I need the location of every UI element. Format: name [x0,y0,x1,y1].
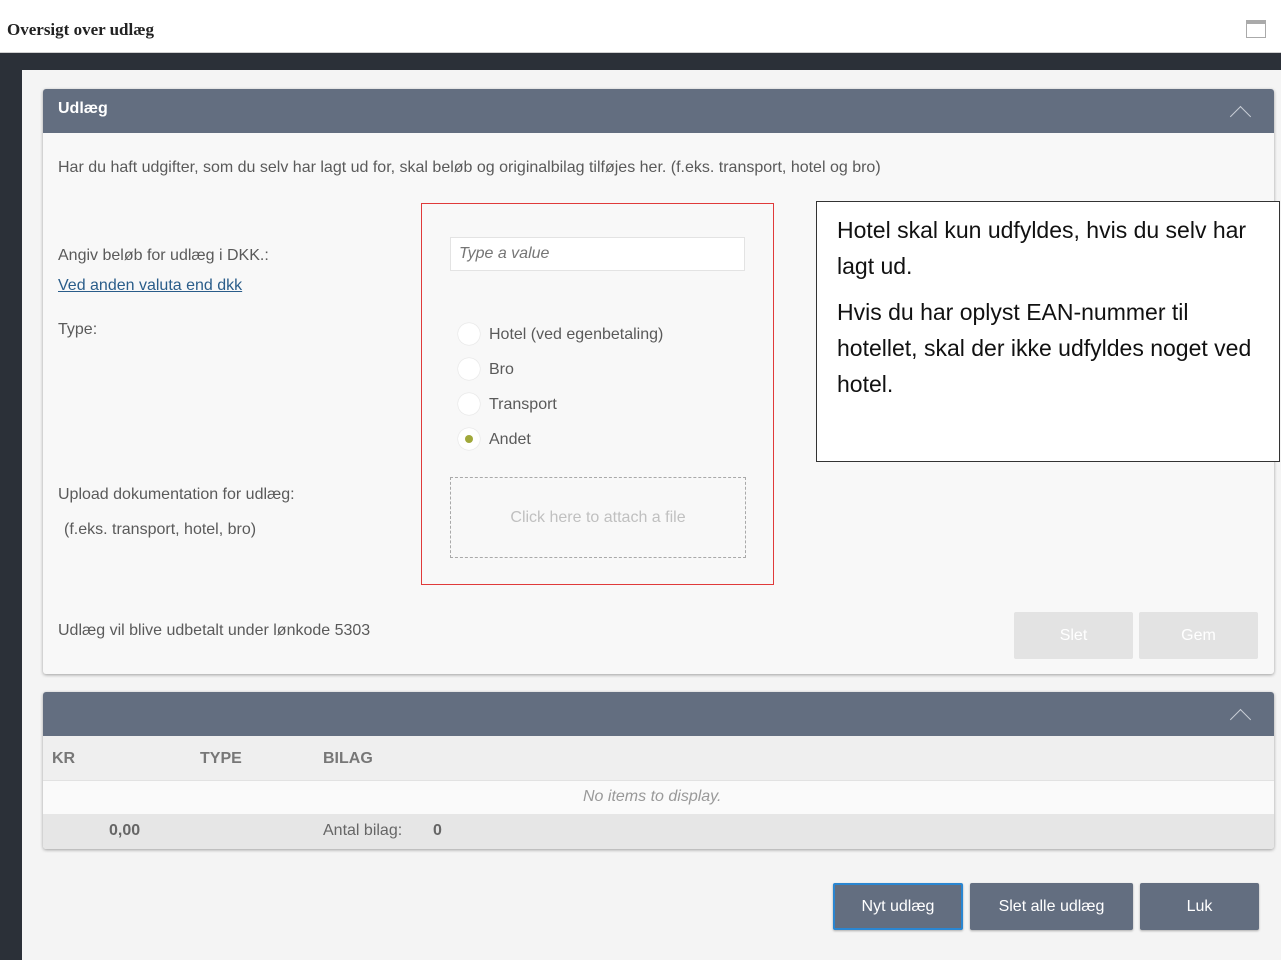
intro-text: Har du haft udgifter, som du selv har la… [58,159,881,176]
count-value: 0 [433,822,442,839]
radio-transport-label[interactable]: Transport [489,396,557,414]
upload-hint: (f.eks. transport, hotel, bro) [64,521,257,538]
chevron-up-icon[interactable] [1229,105,1252,128]
empty-row: No items to display. [43,780,1274,814]
radio-transport[interactable] [458,393,480,415]
file-upload-area[interactable]: Click here to attach a file [450,477,746,558]
other-currency-link[interactable]: Ved anden valuta end dkk [58,277,242,295]
radio-selected-dot [465,435,473,443]
annotation-line-1: Hotel skal kun udfyldes, hvis du selv ha… [837,217,1247,279]
empty-message: No items to display. [583,788,722,805]
save-button[interactable]: Gem [1139,612,1258,659]
close-button[interactable]: Luk [1140,883,1259,930]
amount-input[interactable] [450,237,745,271]
footer-note: Udlæg vil blive udbetalt under lønkode 5… [58,622,371,639]
radio-andet-label[interactable]: Andet [489,431,531,449]
amount-label: Angiv beløb for udlæg i DKK.: [58,247,269,264]
column-bilag[interactable]: BILAG [323,750,373,768]
radio-andet[interactable] [458,428,480,450]
summary-row: 0,00 Antal bilag: 0 [43,814,1274,849]
udlaeg-panel-header[interactable]: Udlæg [43,89,1274,133]
chevron-up-icon[interactable] [1229,708,1252,731]
delete-button[interactable]: Slet [1014,612,1133,659]
type-label: Type: [58,321,98,338]
window-title: Oversigt over udlæg [7,20,155,39]
maximize-icon[interactable] [1246,20,1266,38]
table-header-row: KR TYPE BILAG [43,736,1274,780]
radio-bro[interactable] [458,358,480,380]
radio-bro-label[interactable]: Bro [489,361,514,379]
radio-hotel-label[interactable]: Hotel (ved egenbetaling) [489,326,663,344]
column-kr[interactable]: KR [52,750,75,768]
new-expense-button[interactable]: Nyt udlæg [833,883,963,930]
total-amount: 0,00 [109,822,141,839]
delete-all-button[interactable]: Slet alle udlæg [970,883,1133,930]
annotation-line-2: Hvis du har oplyst EAN-nummer til hotell… [837,299,1252,397]
udlaeg-panel-title: Udlæg [58,100,108,117]
count-label: Antal bilag: [323,822,403,839]
annotation-callout: Hotel skal kun udfyldes, hvis du selv ha… [816,201,1280,462]
table-panel-header[interactable] [43,692,1274,736]
window-title-bar: Oversigt over udlæg [0,0,1281,53]
column-type[interactable]: TYPE [200,750,242,768]
expense-table-panel: KR TYPE BILAG No items to display. 0,00 … [43,692,1274,849]
upload-label: Upload dokumentation for udlæg: [58,486,295,503]
radio-hotel[interactable] [458,323,480,345]
